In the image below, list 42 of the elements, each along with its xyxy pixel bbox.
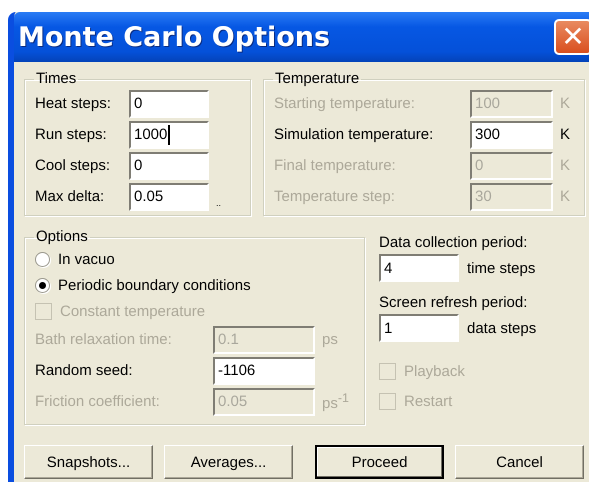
unit-label: ps$^{-1}$: [322, 391, 349, 412]
field-label: Cool steps:: [35, 157, 112, 174]
input-field[interactable]: 1000: [129, 120, 209, 148]
input-field[interactable]: 0: [129, 90, 209, 118]
input-field[interactable]: 1: [379, 314, 459, 342]
group-title: Times: [35, 70, 78, 88]
input-field[interactable]: 300: [470, 120, 553, 148]
unit-label: K: [560, 126, 570, 143]
unit-label: ps: [322, 331, 338, 348]
radio-label[interactable]: In vacuo: [58, 250, 115, 268]
unit-label: K: [560, 157, 570, 174]
field-label: Data collection period:: [379, 234, 528, 251]
dialog-button[interactable]: Snapshots...: [24, 445, 153, 479]
input-field[interactable]: -1106: [213, 356, 315, 384]
field-label: Friction coefficient:: [35, 393, 161, 410]
group-title: Temperature: [274, 70, 360, 88]
unit-label: K: [560, 95, 570, 112]
radio-label[interactable]: Periodic boundary conditions: [58, 276, 251, 294]
field-label: Simulation temperature:: [274, 126, 434, 143]
field-label: Bath relaxation time:: [35, 331, 173, 348]
window-title: Monte Carlo Options: [18, 22, 330, 52]
field-label: Random seed:: [35, 362, 134, 379]
field-label: Temperature step:: [274, 188, 396, 205]
field-label: Run steps:: [35, 126, 108, 143]
input-field[interactable]: 0: [129, 152, 209, 180]
group-title: Options: [35, 228, 89, 246]
field-label: Starting temperature:: [274, 95, 416, 112]
field-label: Screen refresh period:: [379, 294, 528, 311]
unit-label: K: [560, 188, 570, 205]
field-label: Max delta:: [35, 188, 106, 205]
field-label: Final temperature:: [274, 157, 397, 174]
unit-label: time steps: [467, 260, 536, 276]
unit-label: ..: [216, 198, 222, 208]
input-field[interactable]: 0.05: [129, 182, 209, 210]
radio-button[interactable]: [35, 278, 50, 292]
field-label: Heat steps:: [35, 95, 112, 112]
input-field[interactable]: 4: [379, 254, 459, 282]
unit-label: data steps: [467, 320, 536, 336]
dialog-button[interactable]: Averages...: [164, 445, 293, 479]
dialog-button[interactable]: Proceed: [315, 445, 444, 479]
dialog-button[interactable]: Cancel: [455, 445, 584, 479]
radio-button[interactable]: [35, 252, 50, 266]
